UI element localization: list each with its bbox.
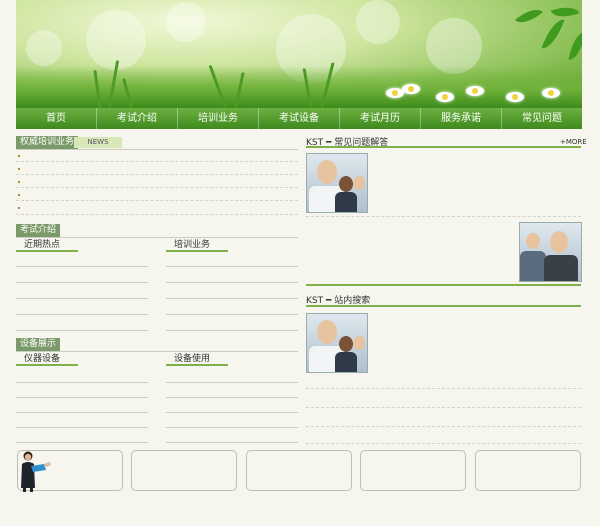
list-row-line xyxy=(166,298,298,299)
leaf-decoration xyxy=(550,1,580,23)
list-row-line xyxy=(166,266,298,267)
authority-training-title: 权威培训业务 xyxy=(16,136,79,149)
heading-underline xyxy=(306,146,581,148)
bullet-dot xyxy=(18,207,20,209)
list-row-line xyxy=(166,442,298,443)
list-row-line xyxy=(306,407,581,408)
subtitle-underline xyxy=(16,250,78,252)
bullet-dot xyxy=(18,168,20,170)
person-suit xyxy=(335,352,357,372)
list-row-line xyxy=(16,442,148,443)
list-row-line xyxy=(166,330,298,331)
daisy-decoration xyxy=(402,84,420,94)
bottom-card[interactable] xyxy=(475,450,581,491)
section-divider xyxy=(16,351,298,352)
nav-service[interactable]: 服务承诺 xyxy=(421,108,502,129)
woman-with-folder-illustration xyxy=(21,451,51,492)
person-face xyxy=(339,176,353,192)
daisy-decoration xyxy=(542,88,560,98)
person-face xyxy=(353,176,365,190)
person-face xyxy=(339,336,353,352)
nav-training[interactable]: 培训业务 xyxy=(178,108,259,129)
list-row-line xyxy=(16,382,148,383)
list-row-line xyxy=(16,174,298,175)
list-row-line xyxy=(166,382,298,383)
list-row-line xyxy=(16,314,148,315)
person-suit xyxy=(544,255,578,281)
list-row-line xyxy=(16,427,148,428)
list-row-line xyxy=(306,388,581,389)
list-row-line xyxy=(166,397,298,398)
section-divider xyxy=(16,237,298,238)
list-row-line xyxy=(16,282,148,283)
list-row-line xyxy=(16,266,148,267)
leaf-decoration xyxy=(568,30,582,62)
heading-underline xyxy=(306,305,581,307)
list-row-line xyxy=(16,187,298,188)
subtitle-underline xyxy=(166,250,228,252)
list-row-line xyxy=(16,214,298,215)
bokeh-light xyxy=(166,2,206,42)
more-link[interactable]: +MORE xyxy=(560,138,587,146)
list-row-line xyxy=(16,200,298,201)
list-row-line xyxy=(16,161,298,162)
list-row-line xyxy=(306,216,581,217)
news-tab[interactable]: NEWS xyxy=(74,137,122,148)
list-row-line xyxy=(16,298,148,299)
business-team-photo xyxy=(306,153,368,213)
list-row-line xyxy=(306,443,581,444)
list-row-line xyxy=(166,427,298,428)
person-face xyxy=(317,320,337,344)
leaf-decoration xyxy=(541,15,565,53)
subtitle-underline xyxy=(166,364,228,366)
nav-exam-equipment[interactable]: 考试设备 xyxy=(259,108,340,129)
list-row-line xyxy=(16,330,148,331)
subtitle-underline xyxy=(16,364,78,366)
daisy-decoration xyxy=(506,92,524,102)
list-row-line xyxy=(306,426,581,427)
bottom-card[interactable] xyxy=(246,450,352,491)
leaf-decoration xyxy=(515,3,543,29)
daisy-decoration xyxy=(436,92,454,102)
nav-home[interactable]: 首页 xyxy=(16,108,97,129)
business-team-photo xyxy=(306,313,368,373)
list-row-line xyxy=(166,314,298,315)
person-face xyxy=(550,231,568,253)
person-face xyxy=(317,160,337,184)
list-row-line xyxy=(166,282,298,283)
main-nav: 首页 考试介绍 培训业务 考试设备 考试月历 服务承诺 常见问题 xyxy=(16,108,582,129)
bokeh-light xyxy=(356,0,400,44)
person-suit xyxy=(335,192,357,212)
business-couple-photo xyxy=(519,222,582,282)
list-row-line xyxy=(166,412,298,413)
nav-exam-calendar[interactable]: 考试月历 xyxy=(340,108,421,129)
nav-exam-intro[interactable]: 考试介绍 xyxy=(97,108,178,129)
list-row-line xyxy=(16,397,148,398)
person-face xyxy=(353,336,365,350)
nav-faq[interactable]: 常见问题 xyxy=(502,108,582,129)
person-face xyxy=(526,233,540,249)
daisy-decoration xyxy=(466,86,484,96)
bullet-dot xyxy=(18,155,20,157)
equipment-title: 设备展示 xyxy=(16,338,61,351)
bottom-card[interactable] xyxy=(131,450,237,491)
exam-intro-title: 考试介绍 xyxy=(16,224,61,237)
header-banner xyxy=(16,0,582,108)
bullet-dot xyxy=(18,194,20,196)
section-divider xyxy=(16,149,298,150)
person-suit xyxy=(520,251,546,281)
section-divider xyxy=(306,284,581,286)
list-row-line xyxy=(16,412,148,413)
bullet-dot xyxy=(18,181,20,183)
bokeh-light xyxy=(26,30,62,66)
bottom-card[interactable] xyxy=(360,450,466,491)
